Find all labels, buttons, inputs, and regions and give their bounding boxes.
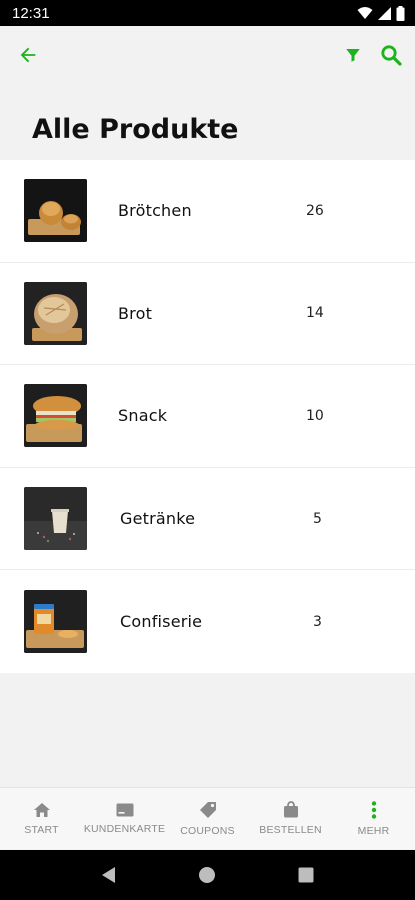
category-row-broetchen[interactable]: Brötchen 26 [0, 160, 415, 263]
nav-label: START [24, 823, 59, 836]
recents-square-icon[interactable] [298, 867, 314, 883]
category-row-confiserie[interactable]: Confiserie 3 [0, 570, 415, 673]
status-time: 12:31 [12, 4, 50, 22]
app-bar [0, 26, 415, 84]
search-button[interactable] [379, 43, 403, 67]
category-name: Confiserie [120, 612, 203, 632]
wifi-icon [357, 7, 373, 19]
category-thumbnail [24, 487, 87, 551]
bottom-nav: START KUNDENKARTE COUPONS BESTELLEN MEHR [0, 787, 415, 849]
category-name: Getränke [120, 509, 196, 529]
arrow-left-icon [20, 47, 36, 63]
category-thumbnail [24, 384, 87, 448]
category-count: 3 [313, 613, 322, 630]
category-count: 14 [306, 305, 324, 322]
page-title: Alle Produkte [32, 114, 239, 145]
nav-label: COUPONS [180, 824, 235, 837]
category-name: Brot [118, 303, 153, 323]
category-name: Brötchen [118, 201, 192, 221]
category-count: 26 [306, 202, 324, 219]
filter-button[interactable] [341, 43, 365, 67]
battery-icon [396, 5, 405, 21]
nav-label: KUNDENKARTE [83, 822, 166, 835]
status-icons [357, 5, 405, 21]
more-vertical-icon [371, 800, 376, 819]
category-count: 5 [313, 510, 322, 527]
nav-item-mehr[interactable]: MEHR [332, 788, 415, 849]
tag-icon [199, 801, 216, 818]
nav-label: MEHR [357, 824, 390, 837]
category-row-snack[interactable]: Snack 10 [0, 365, 415, 468]
bag-icon [283, 801, 298, 818]
category-thumbnail [24, 179, 87, 243]
back-button[interactable] [16, 43, 40, 67]
category-name: Snack [118, 406, 168, 426]
category-row-brot[interactable]: Brot 14 [0, 263, 415, 366]
system-nav-bar [0, 850, 415, 900]
nav-item-coupons[interactable]: COUPONS [166, 788, 249, 849]
signal-icon [378, 6, 391, 20]
category-row-getraenke[interactable]: Getränke 5 [0, 468, 415, 571]
back-triangle-icon[interactable] [101, 866, 117, 884]
home-circle-icon[interactable] [198, 866, 216, 884]
card-icon [116, 803, 133, 816]
home-icon [33, 802, 50, 817]
filter-icon [346, 49, 360, 62]
category-list: Brötchen 26 Brot 14 Snack 10 Getränke 5 … [0, 160, 415, 673]
status-bar: 12:31 [0, 0, 415, 26]
nav-item-bestellen[interactable]: BESTELLEN [249, 788, 332, 849]
nav-label: BESTELLEN [259, 824, 322, 836]
nav-item-start[interactable]: START [0, 788, 83, 849]
category-thumbnail [24, 590, 87, 654]
nav-item-kundenkarte[interactable]: KUNDENKARTE [83, 788, 166, 849]
category-count: 10 [306, 407, 324, 424]
category-thumbnail [24, 281, 87, 345]
search-icon [381, 45, 402, 66]
